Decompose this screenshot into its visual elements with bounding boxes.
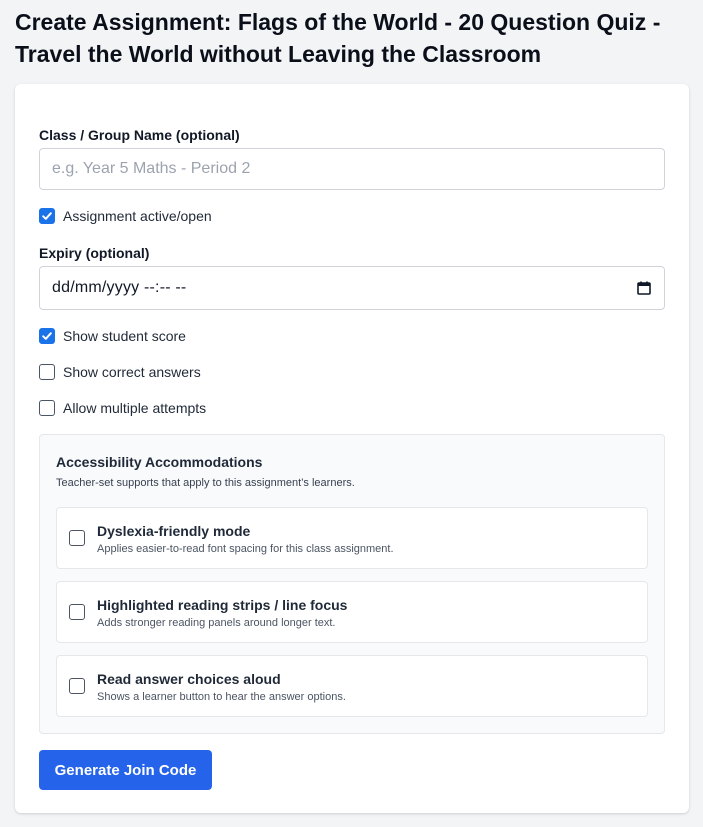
calendar-icon[interactable]: [636, 280, 652, 296]
accessibility-subtitle: Teacher-set supports that apply to this …: [56, 477, 355, 489]
show-correct-answers-row[interactable]: Show correct answers: [39, 362, 201, 382]
accessibility-panel: Accessibility Accommodations Teacher-set…: [39, 434, 665, 734]
expiry-label: Expiry (optional): [39, 245, 150, 261]
assignment-active-row[interactable]: Assignment active/open: [39, 206, 212, 226]
assignment-active-label: Assignment active/open: [63, 208, 212, 224]
generate-join-code-button[interactable]: Generate Join Code: [39, 750, 212, 790]
reading-strips-checkbox[interactable]: [69, 604, 85, 620]
option-read-aloud[interactable]: Read answer choices aloud Shows a learne…: [56, 655, 648, 717]
show-correct-answers-label: Show correct answers: [63, 364, 201, 380]
expiry-datetime-input[interactable]: dd/mm/yyyy --:-- --: [39, 266, 665, 310]
show-student-score-row[interactable]: Show student score: [39, 326, 186, 346]
option-title: Highlighted reading strips / line focus: [97, 597, 348, 613]
dyslexia-friendly-checkbox[interactable]: [69, 530, 85, 546]
show-correct-answers-checkbox[interactable]: [39, 364, 55, 380]
option-title: Read answer choices aloud: [97, 671, 281, 687]
show-student-score-checkbox[interactable]: [39, 328, 55, 344]
show-student-score-label: Show student score: [63, 328, 186, 344]
assignment-active-checkbox[interactable]: [39, 208, 55, 224]
class-group-label: Class / Group Name (optional): [39, 127, 240, 143]
allow-multiple-attempts-checkbox[interactable]: [39, 400, 55, 416]
page-title: Create Assignment: Flags of the World - …: [15, 9, 661, 67]
checkmark-icon: [42, 332, 52, 340]
class-group-input[interactable]: [39, 148, 665, 190]
option-dyslexia-friendly[interactable]: Dyslexia-friendly mode Applies easier-to…: [56, 507, 648, 569]
option-title: Dyslexia-friendly mode: [97, 523, 251, 539]
option-description: Shows a learner button to hear the answe…: [97, 691, 346, 703]
assignment-form-card: Class / Group Name (optional) Assignment…: [15, 84, 689, 813]
expiry-value[interactable]: dd/mm/yyyy --:-- --: [52, 279, 636, 297]
checkmark-icon: [42, 212, 52, 220]
allow-multiple-attempts-label: Allow multiple attempts: [63, 400, 207, 416]
read-aloud-checkbox[interactable]: [69, 678, 85, 694]
option-description: Applies easier-to-read font spacing for …: [97, 543, 394, 555]
option-reading-strips[interactable]: Highlighted reading strips / line focus …: [56, 581, 648, 643]
accessibility-title: Accessibility Accommodations: [56, 454, 263, 470]
option-description: Adds stronger reading panels around long…: [97, 617, 336, 629]
allow-multiple-attempts-row[interactable]: Allow multiple attempts: [39, 398, 206, 418]
